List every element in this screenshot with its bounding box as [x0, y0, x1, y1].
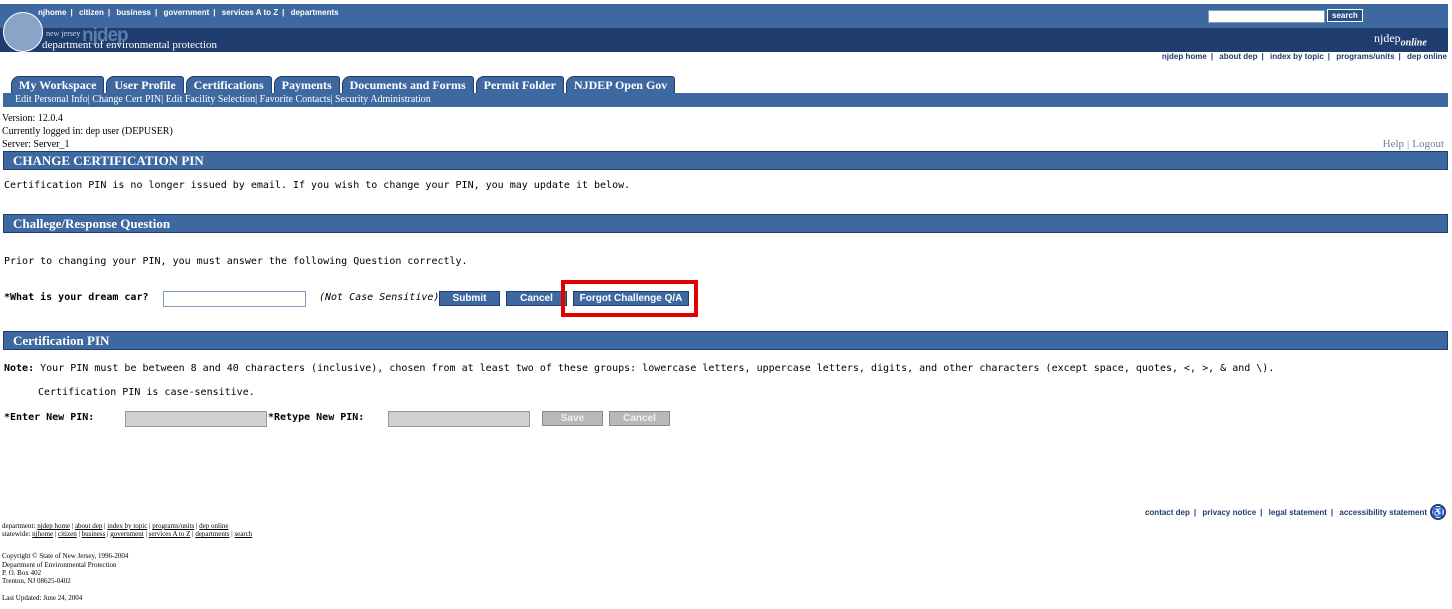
logo-newjersey: new jersey	[46, 29, 81, 38]
f-njhome[interactable]: njhome	[32, 530, 53, 538]
subtab-edit-personal-info[interactable]: Edit Personal Info	[15, 94, 88, 105]
nav-about-dep[interactable]: about dep	[1219, 52, 1257, 61]
subtab-favorite-contacts[interactable]: Favorite Contacts	[260, 94, 331, 105]
main-tabs: My Workspace User Profile Certifications…	[11, 76, 677, 93]
tab-certifications[interactable]: Certifications	[185, 76, 272, 93]
nav-njhome[interactable]: njhome	[38, 8, 66, 17]
highlight-box	[561, 280, 698, 317]
search-input[interactable]	[1208, 10, 1325, 23]
nav-services[interactable]: services A to Z	[222, 8, 278, 17]
nav-government[interactable]: government	[164, 8, 210, 17]
tab-permit-folder[interactable]: Permit Folder	[475, 76, 564, 93]
f-search[interactable]: search	[234, 530, 252, 538]
f-business[interactable]: business	[82, 530, 106, 538]
challenge-text: Prior to changing your PIN, you must ans…	[4, 256, 468, 267]
f-njdep-home[interactable]: njdep home	[37, 522, 70, 530]
address-line-2: P. O. Box 402	[2, 569, 42, 577]
nav-programs-units[interactable]: programs/units	[1336, 52, 1394, 61]
logo-department: department of environmental protection	[42, 39, 218, 51]
pin-note: Note: Your PIN must be between 8 and 40 …	[4, 363, 1274, 374]
subtab-change-cert-pin[interactable]: Change Cert PIN	[92, 94, 161, 105]
version-text: Version: 12.0.4	[2, 113, 63, 124]
cert-pin-header: Certification PIN	[3, 331, 1448, 350]
statewide-nav: njhome | citizen | business | government | s…	[38, 8, 339, 17]
f-citizen[interactable]: citizen	[58, 530, 77, 538]
f-programs-units[interactable]: programs/units	[152, 522, 194, 530]
note-label: Note:	[4, 363, 35, 374]
tab-njdep-open-gov[interactable]: NJDEP Open Gov	[565, 76, 676, 93]
new-pin-label: *Enter New PIN:	[4, 412, 95, 423]
save-button[interactable]: Save	[542, 411, 603, 426]
department-prefix: department:	[2, 522, 38, 530]
nj-seal-icon	[3, 12, 43, 52]
nav-dep-online[interactable]: dep online	[1407, 52, 1447, 61]
tab-user-profile[interactable]: User Profile	[106, 76, 184, 93]
retype-pin-input[interactable]	[388, 411, 530, 427]
question-label: *What is your dream car?	[4, 292, 149, 303]
tab-documents-and-forms[interactable]: Documents and Forms	[341, 76, 474, 93]
njdep-online-logo: njdeponline	[1374, 31, 1427, 48]
nav-citizen[interactable]: citizen	[79, 8, 104, 17]
f-index-by-topic[interactable]: index by topic	[107, 522, 147, 530]
logged-in-text: Currently logged in: dep user (DEPUSER)	[2, 126, 173, 137]
f-departments[interactable]: departments	[195, 530, 229, 538]
help-logout: Help | Logout	[1382, 138, 1444, 150]
f-about-dep[interactable]: about dep	[75, 522, 102, 530]
accessibility-statement-link[interactable]: accessibility statement	[1339, 508, 1427, 517]
statewide-prefix: statewide:	[2, 530, 33, 538]
logout-link[interactable]: Logout	[1412, 138, 1444, 150]
f-services[interactable]: services A to Z	[149, 530, 191, 538]
last-updated-text: Last Updated: June 24, 2004	[2, 594, 83, 602]
change-pin-header: CHANGE CERTIFICATION PIN	[3, 151, 1448, 170]
cancel-button[interactable]: Cancel	[506, 291, 567, 306]
nav-business[interactable]: business	[116, 8, 151, 17]
f-government[interactable]: government	[110, 530, 143, 538]
copyright-text: Copyright © State of New Jersey, 1996-20…	[2, 552, 129, 560]
server-text: Server: Server_1	[2, 139, 70, 150]
footer-statewide-links: statewide: njhome | citizen | business |…	[2, 530, 253, 538]
address-line-1: Department of Environmental Protection	[2, 561, 117, 569]
contact-dep-link[interactable]: contact dep	[1145, 508, 1190, 517]
department-nav: njdep home | about dep | index by topic | p…	[1161, 52, 1447, 61]
banner	[0, 28, 1448, 52]
privacy-notice-link[interactable]: privacy notice	[1202, 508, 1256, 517]
help-link[interactable]: Help	[1383, 138, 1404, 150]
retype-pin-label: *Retype New PIN:	[268, 412, 365, 423]
dream-car-input[interactable]	[163, 291, 306, 307]
new-pin-input[interactable]	[125, 411, 267, 427]
subtabs-bar: Edit Personal Info| Change Cert PIN| Edi…	[3, 93, 1448, 107]
tab-payments[interactable]: Payments	[273, 76, 340, 93]
not-case-sensitive-note: (Not Case Sensitive)	[319, 292, 440, 303]
online-suffix: online	[1400, 37, 1427, 49]
nav-njdep-home[interactable]: njdep home	[1162, 52, 1207, 61]
f-dep-online[interactable]: dep online	[199, 522, 228, 530]
nav-departments[interactable]: departments	[291, 8, 339, 17]
change-pin-text: Certification PIN is no longer issued by…	[4, 180, 631, 191]
cancel-pin-button[interactable]: Cancel	[609, 411, 670, 426]
subtab-security-administration[interactable]: Security Administration	[335, 94, 431, 105]
submit-button[interactable]: Submit	[439, 291, 500, 306]
subtab-edit-facility-selection[interactable]: Edit Facility Selection	[166, 94, 255, 105]
accessibility-icon: ♿	[1430, 504, 1446, 520]
address-line-3: Trenton, NJ 08625-0402	[2, 577, 71, 585]
legal-statement-link[interactable]: legal statement	[1269, 508, 1327, 517]
footer-department-links: department: njdep home | about dep | ind…	[2, 522, 229, 530]
challenge-header: Challege/Response Question	[3, 214, 1448, 233]
note-text: Your PIN must be between 8 and 40 charac…	[34, 363, 1275, 374]
search-button[interactable]: search	[1327, 9, 1363, 22]
tab-my-workspace[interactable]: My Workspace	[11, 76, 105, 93]
footer-links: contact dep | privacy notice | legal state…	[1144, 508, 1427, 517]
nav-index-by-topic[interactable]: index by topic	[1270, 52, 1324, 61]
case-sensitive-text: Certification PIN is case-sensitive.	[38, 387, 255, 398]
session-info: Version: 12.0.4 Currently logged in: dep…	[2, 112, 173, 151]
online-prefix: njdep	[1374, 31, 1401, 45]
